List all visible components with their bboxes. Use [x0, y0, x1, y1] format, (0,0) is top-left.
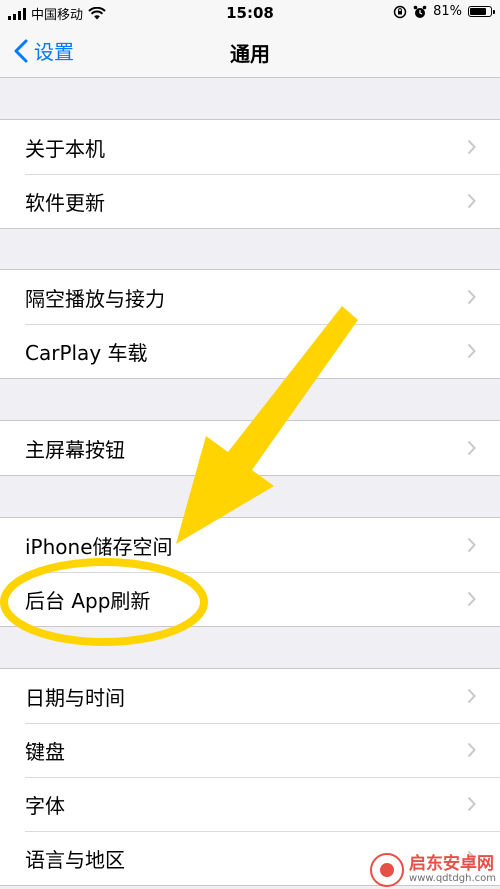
page-title: 通用	[230, 42, 270, 66]
row-label: 字体	[25, 793, 65, 818]
watermark: 启东安卓网 www.qdtdgh.com	[370, 853, 496, 887]
row-label: 关于本机	[25, 136, 105, 161]
row-label: 后台 App刷新	[25, 588, 151, 613]
row-label: 语言与地区	[25, 847, 125, 872]
row-label: iPhone储存空间	[25, 534, 173, 559]
row-date-time[interactable]: 日期与时间	[0, 669, 500, 723]
watermark-url: www.qdtdgh.com	[409, 872, 496, 884]
chevron-right-icon	[467, 289, 476, 305]
row-keyboard[interactable]: 键盘	[0, 723, 500, 777]
chevron-right-icon	[467, 440, 476, 456]
settings-list: 关于本机 软件更新 隔空播放与接力 CarPlay 车载 主屏幕按钮 iPhon…	[0, 78, 500, 886]
row-label: 软件更新	[25, 190, 105, 215]
battery-fill	[470, 8, 487, 15]
row-background-app-refresh[interactable]: 后台 App刷新	[0, 572, 500, 626]
row-carplay[interactable]: CarPlay 车载	[0, 324, 500, 378]
chevron-right-icon	[467, 537, 476, 553]
row-fonts[interactable]: 字体	[0, 777, 500, 831]
status-right: 81%	[393, 4, 495, 19]
chevron-right-icon	[467, 796, 476, 812]
row-label: 日期与时间	[25, 685, 125, 710]
chevron-right-icon	[467, 139, 476, 155]
row-iphone-storage[interactable]: iPhone储存空间	[0, 518, 500, 572]
settings-group-home-button: 主屏幕按钮	[0, 420, 500, 476]
row-label: 键盘	[25, 739, 65, 764]
watermark-logo-icon	[370, 853, 405, 887]
settings-group-storage: iPhone储存空间 后台 App刷新	[0, 517, 500, 627]
row-label: 隔空播放与接力	[25, 286, 165, 311]
row-software-update[interactable]: 软件更新	[0, 174, 500, 228]
chevron-right-icon	[467, 591, 476, 607]
row-about[interactable]: 关于本机	[0, 120, 500, 174]
nav-bar: 设置 通用	[0, 26, 500, 78]
battery-percent: 81%	[433, 4, 462, 19]
row-airplay-handoff[interactable]: 隔空播放与接力	[0, 270, 500, 324]
rotation-lock-icon	[393, 5, 407, 18]
row-home-button[interactable]: 主屏幕按钮	[0, 421, 500, 475]
status-bar: 中国移动 15:08 81%	[0, 0, 500, 26]
row-label: CarPlay 车载	[25, 340, 148, 365]
chevron-right-icon	[467, 193, 476, 209]
settings-group-about: 关于本机 软件更新	[0, 119, 500, 229]
row-label: 主屏幕按钮	[25, 437, 125, 462]
watermark-title: 启东安卓网	[409, 853, 495, 874]
settings-group-airplay: 隔空播放与接力 CarPlay 车载	[0, 269, 500, 379]
battery-icon	[468, 6, 495, 17]
chevron-right-icon	[467, 688, 476, 704]
chevron-right-icon	[467, 742, 476, 758]
alarm-icon	[413, 5, 427, 18]
chevron-right-icon	[467, 343, 476, 359]
